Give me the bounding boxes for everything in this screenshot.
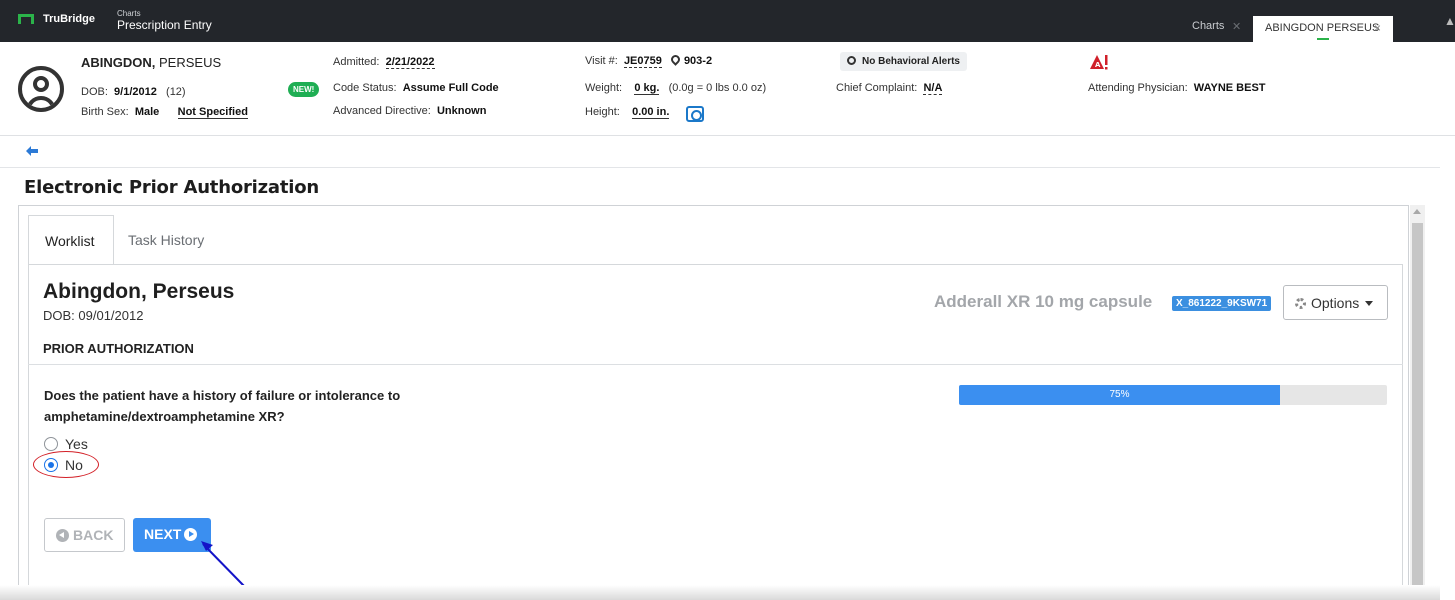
weight-detail: (0.0g = 0 lbs 0.0 oz)	[668, 82, 767, 94]
advanced-directive-value: Unknown	[436, 105, 487, 117]
attending-physician-label: Attending Physician:	[1088, 82, 1188, 94]
advanced-directive-label: Advanced Directive:	[333, 105, 431, 117]
new-badge: NEW!	[288, 82, 320, 97]
attending-physician-value: WAYNE BEST	[1193, 82, 1266, 94]
patient-dob-line: DOB: 09/01/2012	[43, 308, 144, 323]
avatar	[18, 66, 64, 112]
close-tab-icon[interactable]: ×	[1374, 21, 1381, 35]
admitted-field: Admitted: 2/21/2022	[333, 56, 435, 69]
patient-name: ABINGDON, PERSEUS	[81, 55, 221, 70]
answer-yes[interactable]: Yes	[44, 436, 88, 452]
options-label: Options	[1311, 295, 1360, 311]
tab-charts[interactable]: Charts	[1192, 20, 1224, 32]
chevron-left-circle-icon	[56, 529, 69, 542]
radio-yes[interactable]	[44, 437, 58, 451]
page-title: Electronic Prior Authorization	[24, 177, 320, 198]
attending-physician-field: Attending Physician: WAYNE BEST	[1088, 82, 1266, 94]
weight-value[interactable]: 0 kg.	[634, 82, 660, 95]
drug-id-badge: X_861222_9KSW71	[1172, 296, 1272, 311]
annotation-highlight-ellipse	[33, 451, 99, 478]
patient-first-name: PERSEUS	[159, 55, 222, 70]
scroll-edge-icon: ▲	[1444, 14, 1455, 28]
chief-complaint-field: Chief Complaint: N/A	[836, 82, 943, 95]
allergy-alert-icon[interactable]: A	[1089, 54, 1109, 71]
scrollbar-thumb[interactable]	[1412, 223, 1423, 600]
code-status-field: Code Status: Assume Full Code	[333, 82, 499, 94]
birth-sex-label: Birth Sex:	[81, 106, 129, 118]
navigation-strip	[0, 136, 1440, 168]
caret-down-icon	[1365, 301, 1374, 306]
top-bar: TruBridge Charts Prescription Entry Char…	[0, 0, 1455, 42]
advanced-directive-field: Advanced Directive: Unknown	[333, 105, 486, 117]
section-heading: PRIOR AUTHORIZATION	[43, 341, 194, 356]
breadcrumb-current: Prescription Entry	[117, 18, 212, 32]
behavioral-alerts-text: No Behavioral Alerts	[862, 56, 960, 67]
svg-text:A: A	[1095, 61, 1101, 69]
tab-worklist[interactable]: Worklist	[28, 215, 114, 265]
annotation-arrow-icon	[201, 541, 246, 588]
patient-full-name: Abingdon, Perseus	[43, 280, 235, 303]
visit-value[interactable]: JE0759	[623, 55, 662, 68]
vertical-scrollbar[interactable]	[1410, 205, 1425, 600]
patient-header: ABINGDON, PERSEUS DOB: 9/1/2012 (12) Bir…	[0, 42, 1455, 136]
tab-task-history[interactable]: Task History	[128, 215, 238, 265]
active-tab-indicator	[1317, 38, 1329, 40]
bottom-shadow	[0, 585, 1440, 600]
question-text: Does the patient have a history of failu…	[44, 388, 401, 424]
breadcrumb: Charts Prescription Entry	[117, 9, 212, 33]
code-status-label: Code Status:	[333, 82, 397, 94]
visit-label: Visit #:	[585, 55, 618, 67]
location-pin-icon	[669, 53, 682, 66]
progress-label: 75%	[1109, 389, 1130, 400]
behavioral-alerts-badge[interactable]: No Behavioral Alerts	[840, 52, 967, 71]
room-value: 903-2	[683, 55, 713, 67]
trubridge-logo-icon	[18, 14, 34, 24]
avatar-body-shape	[26, 96, 56, 108]
avatar-head-shape	[33, 76, 49, 92]
patient-birth-sex: Birth Sex: Male Not Specified	[81, 106, 248, 119]
admitted-value[interactable]: 2/21/2022	[385, 56, 435, 69]
visit-field: Visit #: JE0759 903-2	[585, 53, 713, 68]
chief-complaint-label: Chief Complaint:	[836, 82, 918, 94]
section-divider	[28, 364, 1403, 365]
patient-last-name: ABINGDON,	[81, 55, 156, 70]
drug-name: Adderall XR 10 mg capsule	[934, 292, 1153, 311]
next-button-label: NEXT	[144, 526, 182, 542]
scroll-up-icon[interactable]	[1413, 209, 1421, 214]
weight-label: Weight:	[585, 82, 623, 94]
answer-yes-label: Yes	[65, 436, 88, 452]
admitted-label: Admitted:	[333, 56, 380, 68]
close-icon[interactable]: ✕	[1232, 20, 1241, 33]
back-arrow-icon[interactable]	[26, 146, 38, 156]
patient-dob: DOB: 9/1/2012 (12)	[81, 86, 186, 98]
tab-patient-chart[interactable]: ABINGDON PERSEUS ×	[1253, 16, 1393, 42]
trubridge-logo[interactable]: TruBridge	[18, 13, 95, 25]
back-button[interactable]: BACK	[44, 518, 125, 552]
tab-patient-label: ABINGDON PERSEUS	[1265, 22, 1380, 34]
height-label: Height:	[585, 106, 620, 118]
brand-name: TruBridge	[43, 13, 95, 25]
dob-label: DOB:	[81, 86, 108, 98]
options-button[interactable]: Options	[1283, 285, 1388, 320]
breadcrumb-parent[interactable]: Charts	[117, 9, 212, 18]
dob-value: 9/1/2012	[114, 86, 157, 98]
scale-icon[interactable]	[686, 106, 704, 122]
progress-bar: 75%	[959, 385, 1387, 405]
code-status-value: Assume Full Code	[402, 82, 499, 94]
height-field: Height: 0.00 in.	[585, 106, 670, 119]
height-value[interactable]: 0.00 in.	[632, 106, 670, 119]
behavior-icon	[847, 56, 856, 65]
gear-icon	[1295, 298, 1306, 309]
age-value: (12)	[166, 86, 186, 98]
gender-identity-link[interactable]: Not Specified	[177, 106, 248, 119]
chief-complaint-value[interactable]: N/A	[923, 82, 943, 95]
birth-sex-value: Male	[134, 106, 160, 118]
weight-field: Weight: 0 kg. (0.0g = 0 lbs 0.0 oz)	[585, 82, 767, 95]
back-button-label: BACK	[73, 527, 114, 543]
